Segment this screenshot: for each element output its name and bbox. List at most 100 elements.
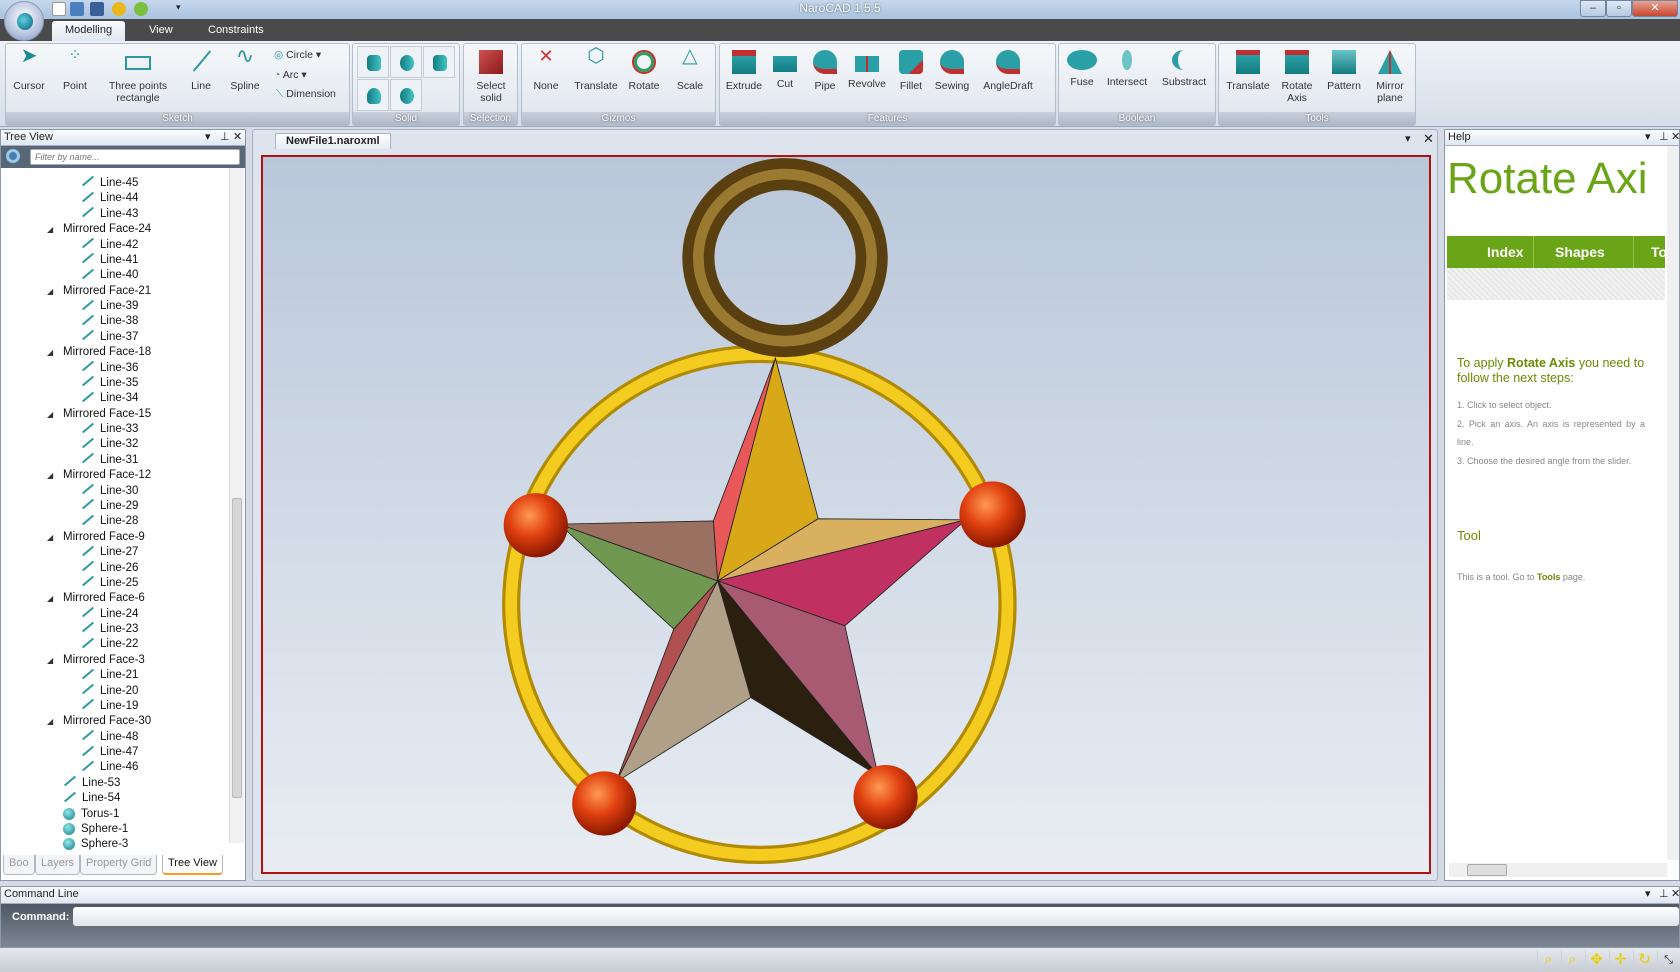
tree-item[interactable]: ◢ Mirrored Face-30 [47,714,151,729]
box-button[interactable] [357,46,389,78]
help-nav-index[interactable]: Index [1487,244,1524,260]
tree-item[interactable]: Line-34 [81,391,138,406]
gizmo-scale-button[interactable]: △ Scale [672,46,708,92]
expand-toggle-icon[interactable]: ◢ [47,284,57,299]
tree-item[interactable]: Line-27 [81,545,138,560]
tab-tree-view[interactable]: Tree View [162,855,223,875]
tree-item[interactable]: Sphere-3 [63,837,128,852]
point-button[interactable]: ⁘ Point [58,48,92,93]
line-button[interactable]: Line [186,48,216,92]
panel-menu-icon[interactable]: ▾ [205,130,211,143]
minimize-button[interactable]: – [1580,0,1606,17]
expand-toggle-icon[interactable]: ◢ [47,714,57,729]
circle-button[interactable]: ◎ Circle ▾ [274,49,321,61]
substract-button[interactable]: Substract [1159,48,1209,88]
tree-item[interactable]: Line-19 [81,699,138,714]
application-menu-button[interactable] [4,1,44,41]
tools-link[interactable]: Tools [1537,572,1560,582]
tree-item[interactable]: Line-40 [81,268,138,283]
expand-toggle-icon[interactable]: ◢ [47,653,57,668]
tree-item[interactable]: Line-26 [81,560,138,576]
tree-item[interactable]: ◢ Mirrored Face-18 [47,345,151,360]
tree-item[interactable]: Line-39 [81,299,138,314]
tab-layers[interactable]: Layers [35,855,81,875]
close-document-icon[interactable]: ✕ [1423,131,1434,147]
tree-item[interactable]: Line-53 [63,776,120,791]
help-nav-shapes[interactable]: Shapes [1555,244,1605,260]
tree-item[interactable]: Line-33 [81,422,138,437]
tree-item[interactable]: Line-54 [63,791,120,806]
tree-item[interactable]: Line-25 [81,576,138,591]
tree-item[interactable]: Line-22 [81,637,138,652]
cut-button[interactable]: Cut [770,48,800,90]
tree-item[interactable]: Line-21 [81,668,138,683]
zoom-icon[interactable]: ⌕ [1561,950,1583,970]
help-pin-icon[interactable]: ⊥ [1659,130,1669,143]
tree-item[interactable]: Line-29 [81,499,138,514]
command-pin-icon[interactable]: ⊥ [1659,887,1669,900]
sphere-button[interactable] [390,46,422,78]
sewing-button[interactable]: Sewing [932,48,972,92]
pipe-button[interactable]: Pipe [810,48,840,92]
tree-item[interactable]: Line-45 [81,176,138,191]
tab-property-grid[interactable]: Property Grid [80,855,158,875]
zoom-window-icon[interactable]: ⌕ [1537,950,1559,970]
gizmo-rotate-button[interactable]: Rotate [624,48,664,92]
help-close-icon[interactable]: ✕ [1671,130,1680,143]
pin-icon[interactable]: ⊥ [220,130,230,143]
angledraft-button[interactable]: AngleDraft [978,48,1038,92]
tree-item[interactable]: Line-47 [81,745,138,760]
tree-item[interactable]: ◢ Mirrored Face-21 [47,284,151,299]
help-vscroll[interactable] [1667,146,1679,860]
3d-viewport[interactable] [261,155,1431,874]
tree-item[interactable]: Line-28 [81,514,138,529]
command-close-icon[interactable]: ✕ [1671,887,1680,900]
expand-toggle-icon[interactable]: ◢ [47,345,57,360]
undo-icon[interactable] [112,2,126,16]
customize-quick-access-icon[interactable]: ▾ [176,2,181,13]
cylinder-button[interactable] [423,46,455,78]
tree-scrollbar[interactable] [229,168,244,843]
close-panel-icon[interactable]: ✕ [233,130,242,143]
rotate-view-icon[interactable]: ↻ [1633,950,1655,970]
gizmo-translate-button[interactable]: ⬡ Translate [572,46,620,92]
expand-toggle-icon[interactable]: ◢ [47,222,57,237]
tab-constraints[interactable]: Constraints [195,21,277,41]
document-tab[interactable]: NewFile1.naroxml [275,133,391,149]
axis-icon[interactable]: ⤡ [1657,950,1679,970]
command-input[interactable] [73,907,1679,926]
tree-item[interactable]: Line-32 [81,437,138,452]
expand-toggle-icon[interactable]: ◢ [47,591,57,606]
help-hscroll[interactable] [1449,863,1667,877]
cursor-button[interactable]: ➤ Cursor [11,46,47,92]
tree-item[interactable]: Line-43 [81,206,138,222]
open-file-icon[interactable] [70,2,84,16]
save-icon[interactable] [90,2,104,16]
tab-boo[interactable]: Boo [3,855,35,875]
tree-item[interactable]: ◢ Mirrored Face-3 [47,653,145,668]
tab-view[interactable]: View [136,21,186,41]
extrude-button[interactable]: Extrude [724,48,764,92]
help-menu-icon[interactable]: ▾ [1645,130,1651,143]
fillet-button[interactable]: Fillet [896,48,926,92]
tree-item[interactable]: Torus-1 [63,807,119,822]
spline-button[interactable]: ∿ Spline [228,45,262,93]
tools-translate-button[interactable]: Translate [1223,48,1273,92]
intersect-button[interactable]: Intersect [1103,48,1151,88]
arc-button[interactable]: ◔ Arc ▾ [274,69,307,81]
tree-item[interactable]: ◢ Mirrored Face-6 [47,591,145,606]
tree-item[interactable]: ◢ Mirrored Face-12 [47,468,151,483]
tree-item[interactable]: Line-24 [81,606,138,622]
tree-item[interactable]: Line-42 [81,237,138,253]
pattern-button[interactable]: Pattern [1323,48,1365,92]
tree-item[interactable]: Line-36 [81,360,138,376]
rotate-axis-button[interactable]: Rotate Axis [1277,48,1317,104]
tree-item[interactable]: Line-37 [81,330,138,345]
pan-icon[interactable]: ✥ [1585,950,1607,970]
select-solid-button[interactable]: Select solid [466,48,516,104]
tree-item[interactable]: Line-41 [81,253,138,268]
tree-filter-input[interactable] [30,149,240,165]
new-file-icon[interactable] [52,2,66,16]
gizmo-none-button[interactable]: ✕ None [528,47,564,92]
tree-item[interactable]: Line-31 [81,453,138,468]
